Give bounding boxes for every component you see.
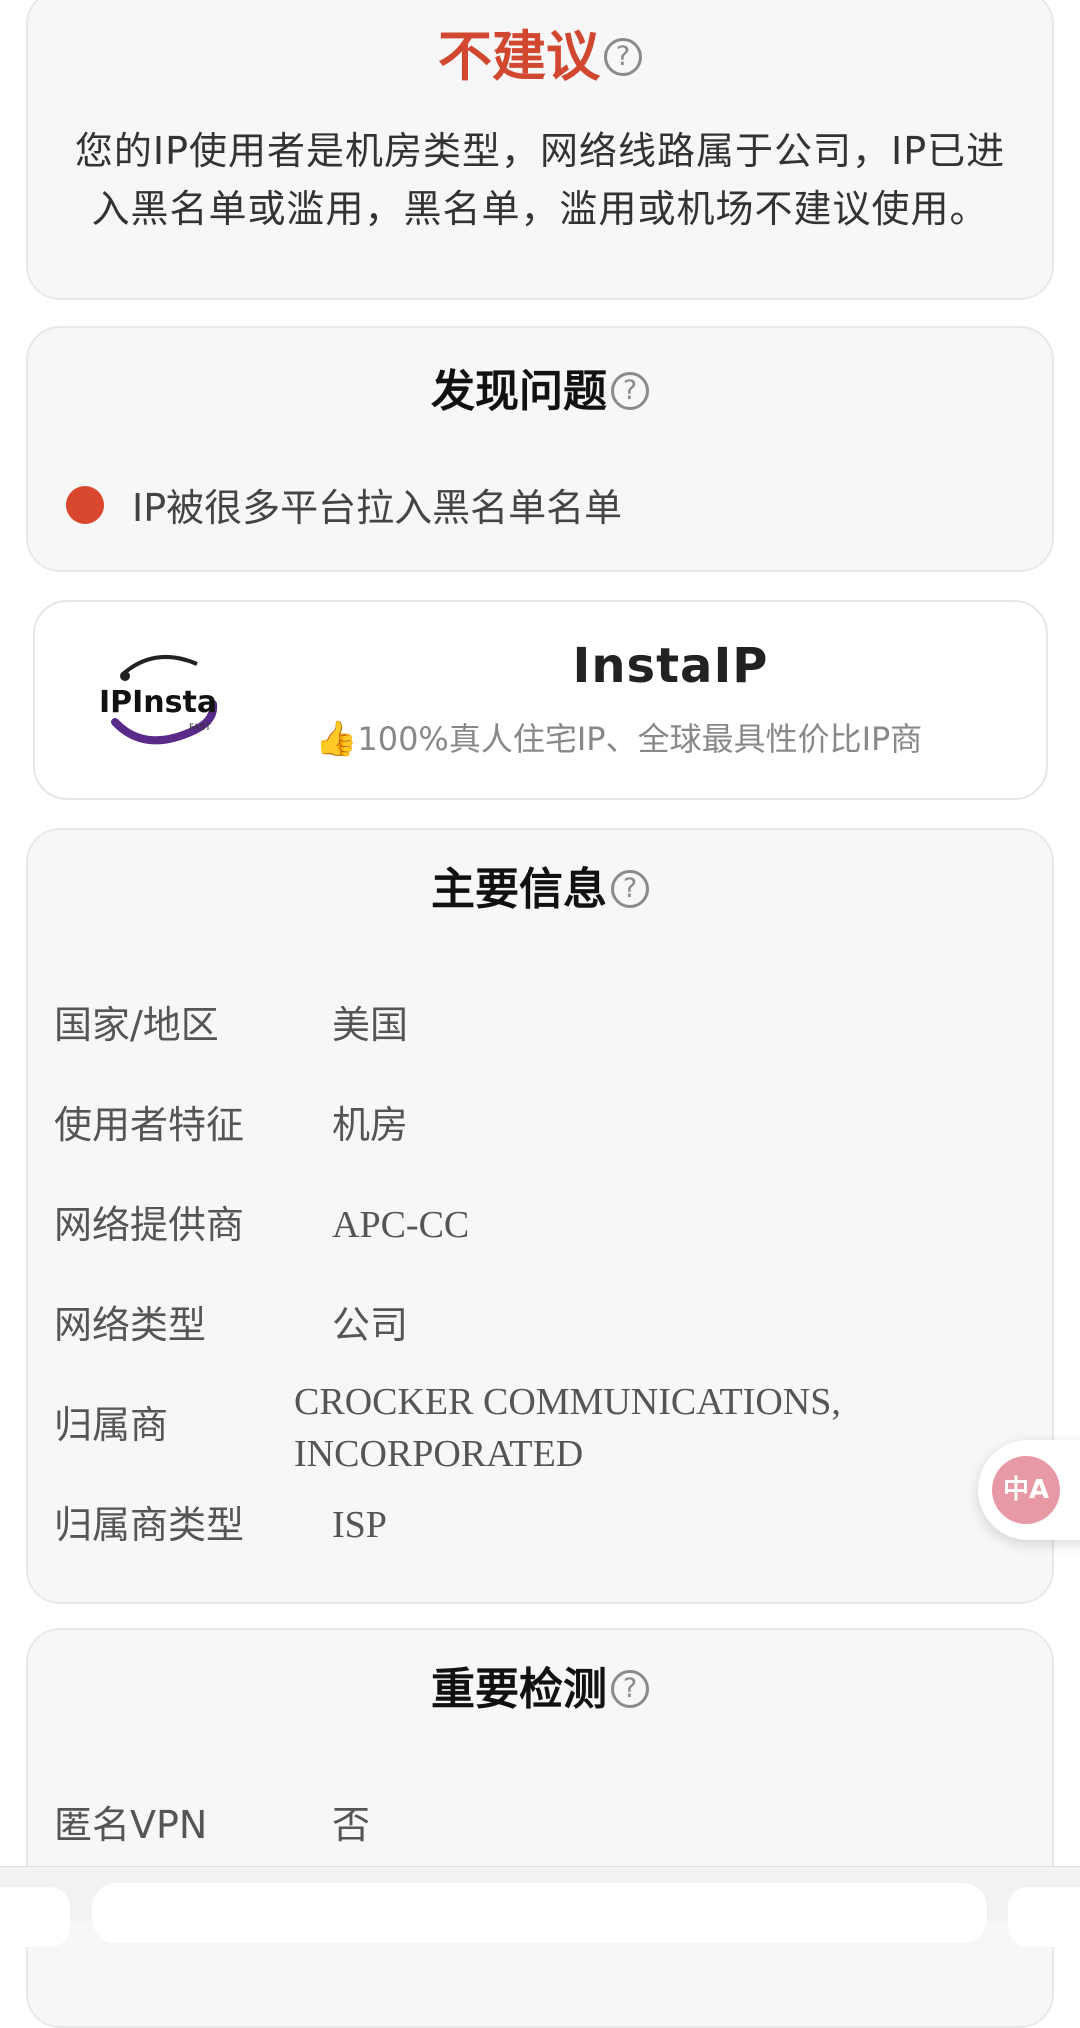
ad-subtitle-row: 👍100%真人住宅IP、全球最具性价比IP商: [315, 714, 922, 760]
info-value: 公司: [332, 1303, 409, 1347]
help-icon[interactable]: ?: [611, 1670, 649, 1708]
red-dot-icon: [66, 486, 104, 524]
info-label: 网络类型: [54, 1303, 207, 1347]
next-tab[interactable]: [1008, 1887, 1080, 1947]
info-value: 否: [332, 1803, 371, 1847]
info-value: CROCKER COMMUNICATIONS, INCORPORATED: [294, 1381, 841, 1475]
info-label: 归属商: [54, 1403, 169, 1447]
main-info-title: 主要信息: [431, 864, 607, 915]
thumbs-up-icon: 👍: [315, 719, 358, 759]
issue-text: IP被很多平台拉入黑名单名单: [132, 486, 623, 530]
main-info-title-row: 主要信息?: [28, 860, 1052, 920]
instaip-logo: IPInsta FAST: [85, 634, 245, 764]
help-icon[interactable]: ?: [611, 870, 649, 908]
checks-title: 重要检测: [431, 1664, 607, 1715]
ad-title: InstaIP: [572, 638, 769, 694]
verdict-title-row: 不建议?: [28, 22, 1052, 92]
verdict-description: 您的IP使用者是机房类型，网络线路属于公司，IP已进入黑名单或滥用，黑名单，滥用…: [74, 129, 1006, 231]
info-value: ISP: [332, 1504, 387, 1546]
ad-subtitle: 100%真人住宅IP、全球最具性价比IP商: [357, 720, 923, 758]
info-label: 匿名VPN: [54, 1803, 208, 1847]
address-bar[interactable]: [92, 1883, 987, 1943]
main-info-card: 主要信息? 国家/地区 美国 使用者特征 机房 网络提供商 APC-CC 网络类…: [26, 828, 1054, 1604]
info-row-owner: 归属商 CROCKER COMMUNICATIONS, INCORPORATED: [54, 1381, 1032, 1475]
help-icon[interactable]: ?: [611, 372, 649, 410]
help-icon[interactable]: ?: [604, 38, 642, 77]
info-value: 机房: [332, 1103, 409, 1147]
translate-button[interactable]: 中A: [978, 1440, 1080, 1540]
issues-title-row: 发现问题?: [28, 362, 1052, 422]
info-label: 网络提供商: [54, 1203, 245, 1247]
info-value: 美国: [332, 1003, 409, 1047]
info-row-network-provider: 网络提供商 APC-CC: [54, 1190, 1032, 1260]
svg-text:IPInsta: IPInsta: [99, 685, 217, 720]
info-label: 使用者特征: [54, 1103, 245, 1147]
checks-title-row: 重要检测?: [28, 1660, 1052, 1720]
translate-icon: 中A: [992, 1456, 1060, 1524]
info-row-network-type: 网络类型 公司: [54, 1290, 1032, 1360]
info-row-anonymous-vpn: 匿名VPN 否: [54, 1790, 1032, 1860]
back-tab[interactable]: [0, 1887, 70, 1947]
info-row-country: 国家/地区 美国: [54, 990, 1032, 1060]
info-row-owner-type: 归属商类型 ISP: [54, 1490, 1032, 1560]
issues-card: 发现问题? IP被很多平台拉入黑名单名单: [26, 326, 1054, 572]
bottom-toolbar: [0, 1866, 1080, 1947]
issues-title: 发现问题: [431, 366, 607, 417]
info-label: 国家/地区: [54, 1003, 219, 1047]
checks-card: 重要检测? 匿名VPN 否: [26, 1628, 1054, 2028]
info-value: APC-CC: [332, 1204, 470, 1246]
verdict-title: 不建议: [438, 25, 600, 88]
svg-text:FAST: FAST: [189, 723, 211, 733]
verdict-card: 不建议? 您的IP使用者是机房类型，网络线路属于公司，IP已进入黑名单或滥用，黑…: [26, 0, 1054, 300]
info-label: 归属商类型: [54, 1503, 245, 1547]
ad-banner[interactable]: IPInsta FAST InstaIP 👍100%真人住宅IP、全球最具性价比…: [33, 600, 1048, 800]
info-row-user-type: 使用者特征 机房: [54, 1090, 1032, 1160]
